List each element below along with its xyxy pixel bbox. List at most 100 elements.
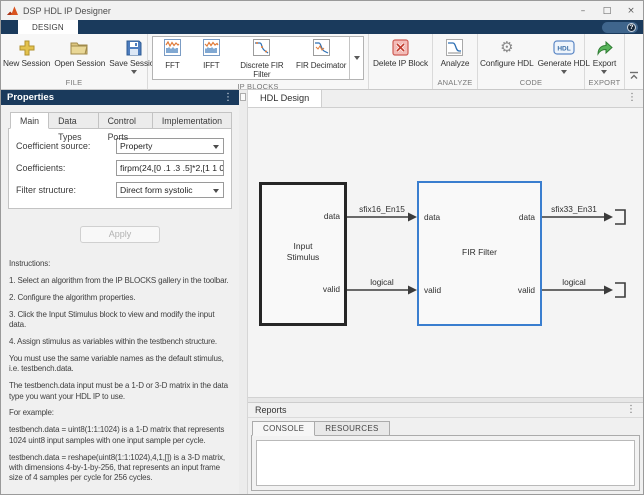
input-stimulus-label: Input Stimulus — [286, 240, 320, 262]
save-icon — [126, 37, 142, 58]
instruction-example-2: testbench.data = reshape(uint8(1:1:1024)… — [9, 452, 225, 483]
reports-overflow-icon[interactable]: ⋮ — [626, 405, 636, 415]
instruction-step-2: 2. Configure the algorithm properties. — [9, 292, 136, 302]
input-stimulus-valid-port: valid — [322, 283, 340, 294]
fir-in-valid-port: valid — [424, 284, 442, 295]
ribbon-section-analyze: Analyze ANALYZE — [433, 34, 478, 89]
ribbon-section-code: ⚙ Configure HDL HDL Generate HDL CODE — [478, 34, 590, 89]
gallery-item-discrete-fir-filter[interactable]: Discrete FIR Filter — [231, 37, 293, 79]
generate-hdl-caret-icon — [560, 70, 567, 74]
instruction-example-heading: For example: — [9, 408, 54, 418]
open-folder-icon — [70, 37, 89, 58]
document-overflow-icon[interactable]: ⋮ — [627, 93, 637, 103]
generate-hdl-button[interactable]: HDL Generate HDL — [536, 37, 592, 74]
gallery-item-fir-decimator[interactable]: FIR Decimator — [293, 37, 349, 79]
gallery-expand-button[interactable] — [349, 37, 363, 80]
instruction-note-1: You must use the same variable names as … — [9, 353, 224, 374]
ip-blocks-gallery: FFT IFFT Discrete FIR Filter FIR Decimat… — [152, 36, 364, 81]
fir-filter-block[interactable]: FIR Filter data valid data valid — [417, 180, 542, 326]
hdl-badge-icon: HDL — [553, 37, 575, 58]
signal-label-data-out: sfix33_En31 — [551, 203, 597, 214]
export-caret-icon — [601, 70, 608, 74]
instruction-note-2: The testbench.data input must be a 1-D o… — [9, 381, 228, 401]
section-label-file: FILE — [65, 78, 83, 87]
coefficients-label: Coefficients: — [16, 163, 66, 173]
ribbon-spacer — [625, 34, 643, 89]
fir-filter-label: FIR Filter — [462, 246, 497, 257]
save-session-caret-icon — [131, 70, 138, 74]
reports-title: Reports — [255, 405, 287, 416]
input-stimulus-data-port: data — [323, 210, 340, 221]
close-icon[interactable]: × — [619, 1, 643, 20]
ribbon-toolbar: New Session Open Session Save Session FI… — [1, 34, 643, 91]
title-bar: DSP HDL IP Designer – □ × — [1, 1, 643, 20]
section-label-delete — [369, 77, 432, 89]
section-label-code: CODE — [519, 78, 543, 87]
tab-control-ports[interactable]: Control Ports — [98, 112, 153, 142]
export-arrow-icon — [595, 37, 614, 58]
tab-data-types[interactable]: Data Types — [49, 112, 99, 142]
tab-resources[interactable]: RESOURCES — [315, 421, 390, 437]
properties-overflow-icon[interactable]: ⋮ — [223, 92, 233, 103]
help-button[interactable]: ? — [602, 21, 638, 33]
ifft-icon — [202, 39, 220, 61]
ribbon-section-file: New Session Open Session Save Session FI… — [1, 34, 159, 89]
section-label-export: EXPORT — [588, 78, 621, 87]
tab-console[interactable]: CONSOLE — [252, 421, 316, 437]
console-output[interactable] — [256, 440, 635, 486]
maximize-icon[interactable]: □ — [595, 1, 619, 20]
properties-title: Properties — [7, 92, 54, 103]
configure-hdl-button[interactable]: ⚙ Configure HDL — [478, 37, 536, 69]
reports-header: Reports ⋮ — [248, 403, 643, 419]
coefficients-input[interactable]: firpm(24,[0 .1 .3 .5]*2,[1 1 0 0]) — [116, 160, 224, 176]
svg-text:HDL: HDL — [557, 46, 570, 53]
new-session-button[interactable]: New Session — [1, 37, 52, 68]
tab-design[interactable]: DESIGN — [18, 20, 78, 34]
gallery-item-fft[interactable]: FFT — [153, 37, 192, 79]
app-window: DSP HDL IP Designer – □ × DESIGN ? New S… — [0, 0, 644, 495]
tab-main[interactable]: Main — [10, 112, 50, 129]
delete-ip-block-button[interactable]: Delete IP Block — [371, 37, 430, 68]
window-title: DSP HDL IP Designer — [23, 5, 111, 16]
instruction-example-1: testbench.data = uint8(1:1:1024) is a 1-… — [9, 425, 225, 445]
properties-header: Properties ⋮ — [1, 90, 239, 105]
input-stimulus-block[interactable]: Input Stimulus data valid — [259, 181, 347, 326]
properties-tabbar: Main Data Types Control Ports Implementa… — [10, 112, 232, 142]
properties-panel: Properties ⋮ Main Data Types Control Por… — [1, 90, 239, 494]
gallery-item-ifft[interactable]: IFFT — [192, 37, 231, 79]
fir-out-data-port: data — [518, 211, 535, 222]
instruction-step-1: 1. Select an algorithm from the IP BLOCK… — [9, 275, 229, 285]
design-area: HDL Design ⋮ Input Stimulus data valid F… — [239, 90, 643, 494]
export-button[interactable]: Export — [591, 37, 618, 74]
gallery-caret-icon — [353, 56, 360, 61]
tab-implementation[interactable]: Implementation — [152, 112, 232, 129]
minimize-icon[interactable]: – — [571, 1, 595, 20]
ribbon-section-ip-blocks: FFT IFFT Discrete FIR Filter FIR Decimat… — [148, 34, 369, 91]
minimize-toolstrip-icon[interactable] — [629, 67, 639, 85]
instructions-text: Instructions: 1. Select an algorithm fro… — [8, 259, 232, 484]
console-tab-panel — [251, 435, 640, 491]
open-session-button[interactable]: Open Session — [52, 37, 107, 68]
analyze-button[interactable]: Analyze — [439, 37, 472, 68]
hdl-design-canvas[interactable]: Input Stimulus data valid FIR Filter dat… — [248, 107, 643, 398]
apply-button[interactable]: Apply — [80, 226, 160, 243]
matlab-logo-icon — [7, 5, 18, 16]
filter-structure-select[interactable]: Direct form systolic — [116, 182, 224, 198]
fir-decimator-icon — [312, 39, 330, 61]
instructions-heading: Instructions: — [9, 259, 51, 268]
signal-label-valid-out: logical — [562, 276, 586, 287]
fir-out-valid-port: valid — [517, 284, 535, 295]
gear-icon: ⚙ — [500, 38, 514, 56]
analyze-plot-icon — [446, 37, 464, 58]
splitter-handle-icon[interactable] — [240, 93, 246, 101]
instruction-step-3: 3. Click the Input Stimulus block to vie… — [9, 309, 215, 330]
tab-hdl-design[interactable]: HDL Design — [248, 90, 323, 107]
panel-splitter[interactable] — [239, 90, 248, 494]
coefficient-source-select[interactable]: Property — [116, 138, 224, 154]
instruction-step-4: 4. Assign stimulus as variables within t… — [9, 336, 217, 346]
signal-label-data-in: sfix16_En15 — [359, 203, 405, 214]
ribbon-section-export: Export EXPORT — [585, 34, 625, 89]
signal-label-valid-in: logical — [370, 276, 394, 287]
ribbon-section-delete: Delete IP Block — [369, 34, 433, 89]
delete-icon — [392, 37, 409, 58]
